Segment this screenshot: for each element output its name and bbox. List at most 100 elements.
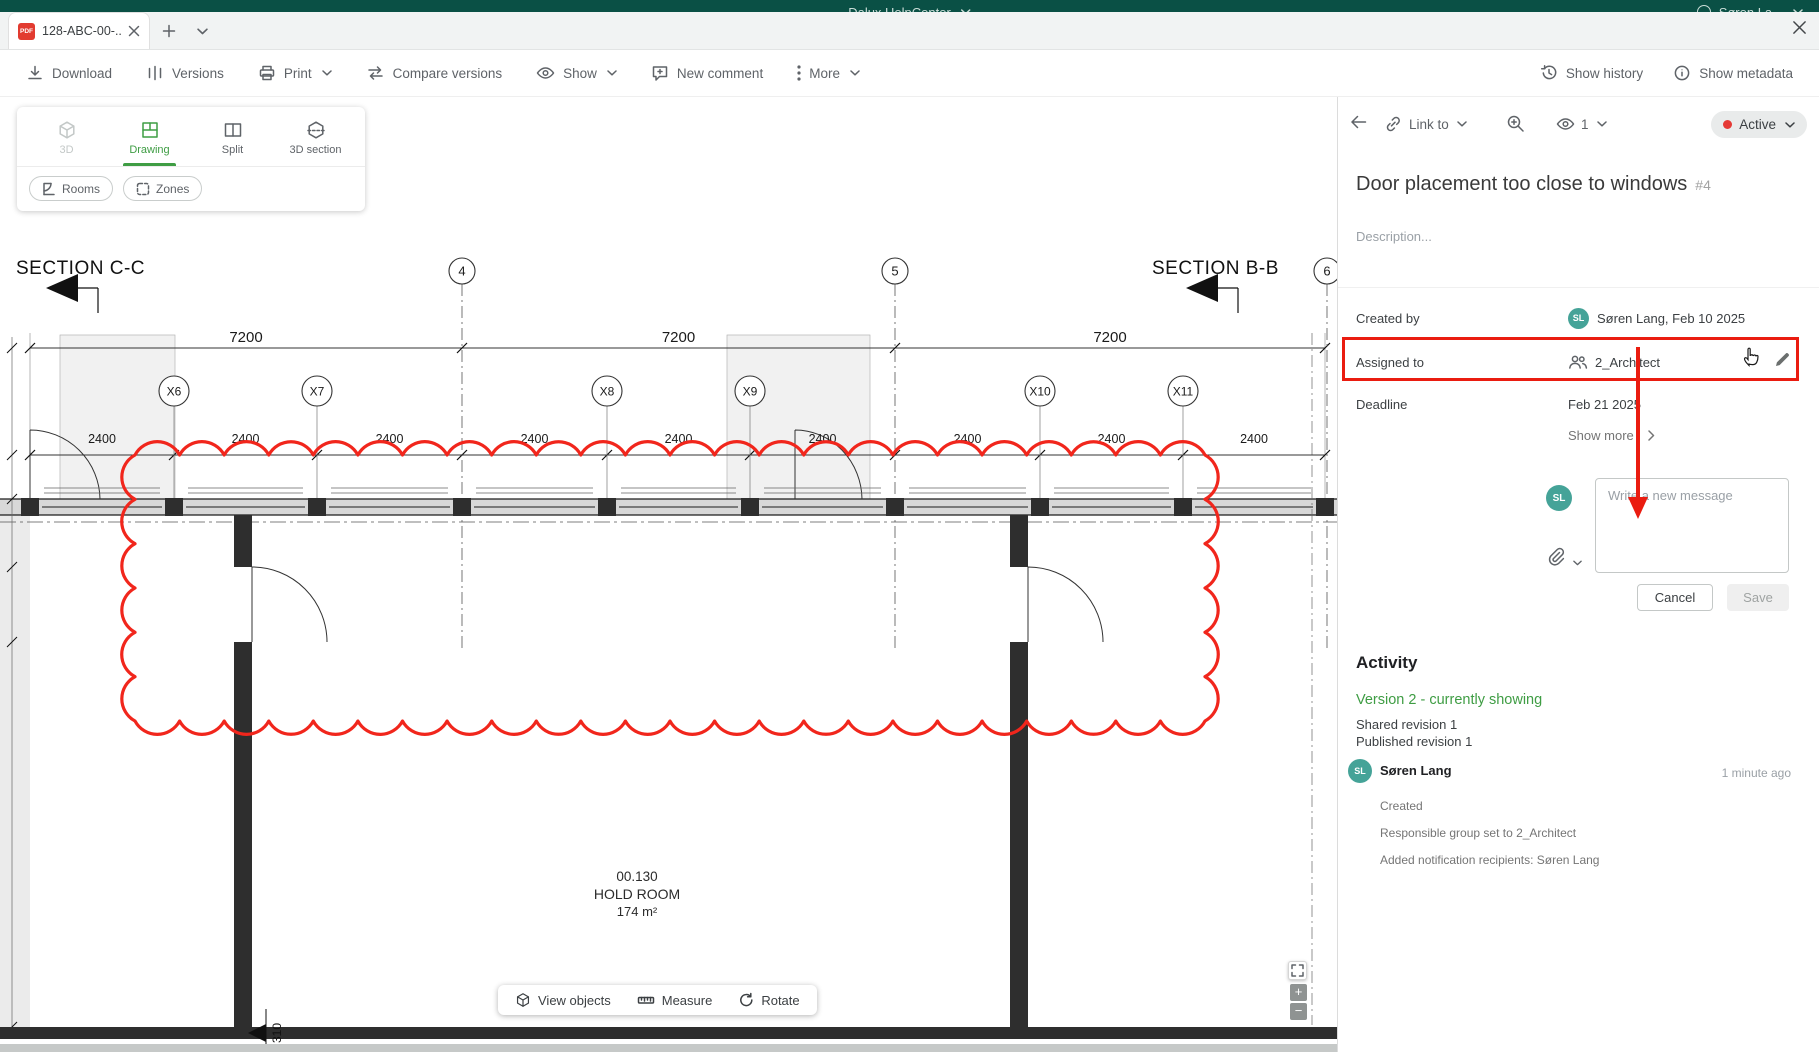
assigned-to-row[interactable]: Assigned to 2_Architect <box>1356 347 1801 377</box>
close-viewer-icon[interactable] <box>1792 20 1807 35</box>
show-more-button[interactable]: Show more <box>1568 428 1655 443</box>
edit-assigned-button[interactable] <box>1774 351 1791 371</box>
new-comment-label: New comment <box>677 66 763 81</box>
task-panel: Link to 1 Active Door placement too clos… <box>1338 97 1819 1052</box>
back-button[interactable] <box>1348 113 1368 131</box>
activity-lines: Created Responsible group set to 2_Archit… <box>1380 799 1799 880</box>
created-by-value: Søren Lang, Feb 10 2025 <box>1597 311 1745 326</box>
link-to-label: Link to <box>1409 117 1449 132</box>
section-cc-label: SECTION C-C <box>16 258 145 279</box>
activity-line: Responsible group set to 2_Architect <box>1380 826 1799 840</box>
paperclip-icon <box>1547 547 1565 566</box>
cancel-button[interactable]: Cancel <box>1637 584 1713 611</box>
activity-avatar: SL <box>1348 759 1372 783</box>
description-placeholder[interactable]: Description... <box>1356 229 1432 244</box>
user-avatar-icon <box>1697 5 1711 12</box>
attach-file-button[interactable] <box>1547 547 1565 569</box>
avatar: SL <box>1568 308 1589 329</box>
chevron-down-icon <box>322 70 332 76</box>
more-button[interactable]: More <box>797 65 860 81</box>
rooms-button[interactable]: Rooms <box>29 176 113 201</box>
hand-cursor-icon <box>1742 345 1762 370</box>
new-comment-button[interactable]: New comment <box>651 64 763 82</box>
show-history-button[interactable]: Show history <box>1540 64 1643 82</box>
drawing-canvas[interactable]: SECTION C-C SECTION B-B 00.130 HOLD ROOM… <box>0 97 1338 1052</box>
svg-text:X6: X6 <box>167 385 182 399</box>
svg-text:5: 5 <box>891 264 898 279</box>
tab-close-icon[interactable] <box>128 25 140 37</box>
link-icon <box>1384 115 1403 133</box>
compare-versions-label: Compare versions <box>393 66 503 81</box>
pencil-icon <box>1774 351 1791 368</box>
show-history-label: Show history <box>1566 66 1643 81</box>
topbar-user: Søren La... <box>1719 5 1783 13</box>
compare-versions-button[interactable]: Compare versions <box>366 64 503 82</box>
deadline-value: Feb 21 2025 <box>1568 397 1641 412</box>
download-button[interactable]: Download <box>26 64 112 82</box>
show-metadata-label: Show metadata <box>1699 66 1793 81</box>
svg-text:2400: 2400 <box>88 432 116 446</box>
svg-text:X8: X8 <box>600 385 615 399</box>
revision-cloud <box>122 442 1219 735</box>
status-dot-icon <box>1723 120 1732 129</box>
new-tab-button[interactable] <box>156 18 182 44</box>
view-mode-split-label: Split <box>222 144 243 156</box>
compose-avatar: SL <box>1546 485 1572 511</box>
created-by-label: Created by <box>1356 311 1568 326</box>
show-button[interactable]: Show <box>536 64 617 82</box>
room-area: 174 m² <box>617 904 658 919</box>
back-arrow-icon <box>1348 113 1368 131</box>
watchers-button[interactable]: 1 <box>1556 115 1607 133</box>
rotate-button[interactable]: Rotate <box>725 985 812 1015</box>
room-number: 00.130 <box>616 869 657 884</box>
measure-button[interactable]: Measure <box>624 985 726 1015</box>
document-tab[interactable]: PDF 128-ABC-00-... <box>8 12 150 49</box>
zoom-in-button[interactable]: + <box>1290 984 1307 1001</box>
chevron-right-icon <box>1648 430 1655 441</box>
helpcenter-title: Dalux HelpCenter <box>848 5 951 13</box>
view-mode-3d[interactable]: 3D <box>25 113 108 166</box>
zones-icon <box>136 182 150 196</box>
zoom-fit-button[interactable] <box>1288 961 1307 980</box>
people-icon <box>1568 354 1588 370</box>
tab-list-chevron[interactable] <box>188 18 214 44</box>
horizontal-scrollbar[interactable] <box>0 1044 1337 1052</box>
svg-text:4: 4 <box>458 264 465 279</box>
created-by-row: Created by SL Søren Lang, Feb 10 2025 <box>1356 303 1801 333</box>
chevron-down-icon <box>607 70 617 76</box>
view-mode-drawing[interactable]: Drawing <box>108 113 191 166</box>
show-metadata-button[interactable]: Show metadata <box>1673 64 1793 82</box>
attach-options-chevron[interactable] <box>1571 554 1582 569</box>
view-mode-split[interactable]: Split <box>191 113 274 166</box>
eye-icon <box>536 64 555 82</box>
more-label: More <box>809 66 840 81</box>
svg-text:X11: X11 <box>1173 385 1194 399</box>
info-icon <box>1673 64 1691 82</box>
activity-heading: Activity <box>1356 653 1417 673</box>
browser-top-bar: Dalux HelpCenter Søren La... <box>0 0 1819 12</box>
view-mode-3d-section[interactable]: 3D section <box>274 113 357 166</box>
canvas-tools: View objects Measure Rotate <box>498 985 817 1015</box>
status-dropdown[interactable]: Active <box>1711 111 1807 138</box>
view-objects-button[interactable]: View objects <box>502 985 624 1015</box>
assigned-to-label: Assigned to <box>1356 355 1568 370</box>
activity-line: Created <box>1380 799 1799 813</box>
save-button[interactable]: Save <box>1727 584 1789 611</box>
divider <box>1338 287 1819 288</box>
zones-button[interactable]: Zones <box>123 176 202 201</box>
print-button[interactable]: Print <box>258 64 332 82</box>
eye-icon <box>1556 115 1575 133</box>
version-line: Version 2 - currently showing <box>1356 692 1542 708</box>
watchers-count: 1 <box>1581 117 1589 132</box>
message-input[interactable] <box>1595 478 1789 573</box>
svg-text:X7: X7 <box>310 385 325 399</box>
zoom-to-task-button[interactable] <box>1506 114 1525 133</box>
tab-title: 128-ABC-00-... <box>42 24 121 38</box>
versions-button[interactable]: Versions <box>146 64 224 82</box>
zoom-out-button[interactable]: − <box>1290 1003 1307 1020</box>
chevron-down-icon <box>1785 122 1795 128</box>
task-title: Door placement too close to windows <box>1356 173 1687 195</box>
deadline-row[interactable]: Deadline Feb 21 2025 <box>1356 389 1801 419</box>
link-to-button[interactable]: Link to <box>1384 115 1467 133</box>
svg-text:6: 6 <box>1323 264 1330 279</box>
